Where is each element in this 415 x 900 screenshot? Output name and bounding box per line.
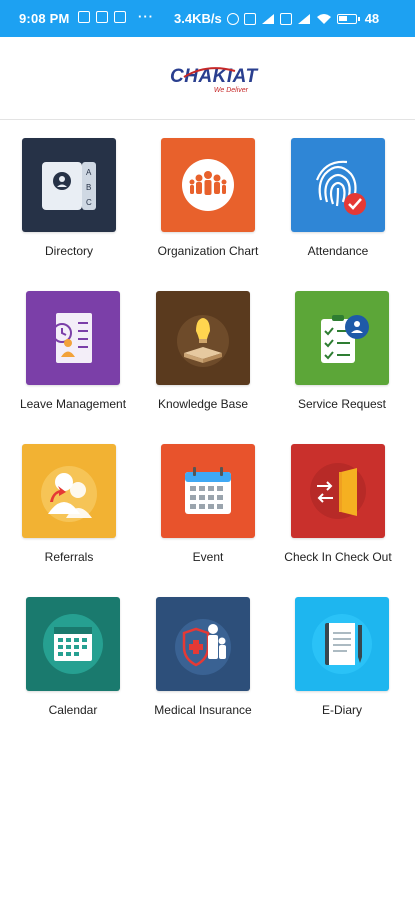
fingerprint-icon [291,138,385,232]
tile-label: Knowledge Base [157,397,249,411]
tile-calendar[interactable]: Calendar [13,597,133,717]
event-calendar-icon [161,444,255,538]
status-bar: 9:08 PM ··· 3.4KB/s 48 [0,0,415,37]
signal-icon [297,13,310,24]
svg-text:B: B [86,183,91,192]
battery-icon [336,13,360,24]
tile-label: Organization Chart [157,244,259,258]
battery-level: 48 [364,11,380,26]
more-dots-icon: ··· [138,9,154,24]
notification-icon [78,10,90,23]
app-logo: CHAKIAT We Deliver [170,67,257,94]
notification-icon [96,10,108,23]
tile-event[interactable]: Event [148,444,268,564]
app-header: CHAKIAT We Deliver [0,37,415,120]
status-notification-icons: ··· [78,9,154,24]
referrals-icon [22,444,116,538]
check-in-door-icon [291,444,385,538]
tile-directory[interactable]: A B C Directory [9,138,129,258]
tile-service-request[interactable]: Service Request [282,291,402,411]
network-speed: 3.4KB/s [174,11,222,26]
svg-text:C: C [86,198,92,207]
tile-label: Leave Management [19,397,127,411]
leave-management-icon [26,291,120,385]
tile-label: Calendar [48,703,98,717]
tile-medical-insurance[interactable]: Medical Insurance [143,597,263,717]
signal-icon [261,13,274,24]
sim-icon [279,12,292,25]
tile-referrals[interactable]: Referrals [9,444,129,564]
tile-label: Referrals [44,550,94,564]
tile-organization-chart[interactable]: Organization Chart [148,138,268,258]
logo-tagline: We Deliver [213,87,248,94]
knowledge-base-icon [156,291,250,385]
service-request-icon [295,291,389,385]
organization-chart-icon [161,138,255,232]
alarm-icon [226,12,239,25]
wifi-icon [316,13,331,24]
tile-label: E-Diary [321,703,362,717]
tile-label: Event [192,550,224,564]
tile-label: Medical Insurance [154,703,252,717]
tile-attendance[interactable]: Attendance [278,138,398,258]
tile-e-diary[interactable]: E-Diary [282,597,402,717]
e-diary-icon [295,597,389,691]
svg-text:A: A [86,168,92,177]
status-time: 9:08 PM [19,11,70,26]
directory-icon: A B C [22,138,116,232]
sim-icon [243,12,256,25]
tile-leave-management[interactable]: Leave Management [13,291,133,411]
tile-label: Directory [44,244,93,258]
logo-swoosh-icon [183,67,236,78]
tile-knowledge-base[interactable]: Knowledge Base [143,291,263,411]
tile-label: Service Request [297,397,387,411]
tile-check-in-check-out[interactable]: Check In Check Out [278,444,398,564]
notification-icon [114,10,126,23]
calendar-icon [26,597,120,691]
status-right-group: 3.4KB/s 48 [174,11,379,26]
tile-label: Attendance [307,244,369,258]
medical-insurance-icon [156,597,250,691]
tile-label: Check In Check Out [284,550,392,564]
